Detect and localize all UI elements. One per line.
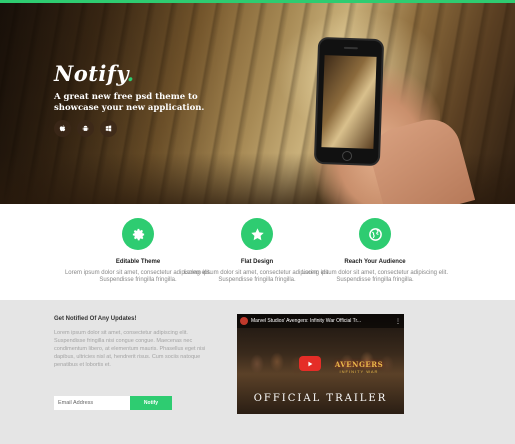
brand-logo[interactable]: Notify.: [54, 61, 135, 86]
notify-text: Lorem ipsum dolor sit amet, consectetur …: [54, 330, 206, 368]
phone-mockup: [313, 36, 385, 167]
store-icons: [54, 120, 117, 137]
email-field[interactable]: [54, 396, 130, 410]
phone-screen: [321, 55, 377, 149]
play-icon: [308, 361, 313, 366]
feature-title: Reach Your Audience: [344, 259, 406, 265]
apple-icon[interactable]: [54, 120, 71, 137]
feature-reach-audience: Reach Your Audience Lorem ipsum dolor si…: [300, 218, 450, 284]
phone-home-button: [341, 150, 353, 162]
hero-banner: Notify. A great new free psd theme to sh…: [0, 3, 515, 204]
star-icon: [241, 218, 273, 250]
windows-icon[interactable]: [100, 120, 117, 137]
android-icon[interactable]: [77, 120, 94, 137]
phone-speaker: [343, 46, 358, 50]
video-logo-text: AVENGERS: [334, 360, 384, 369]
video-logo-subtext: INFINITY WAR: [339, 369, 379, 374]
video-title[interactable]: Marvel Studios' Avengers: Infinity War O…: [251, 318, 392, 324]
features-section: Editable Theme Lorem ipsum dolor sit ame…: [0, 204, 515, 300]
video-embed[interactable]: Marvel Studios' Avengers: Infinity War O…: [237, 314, 404, 414]
globe-icon: [359, 218, 391, 250]
video-caption: OFFICIAL TRAILER: [253, 393, 388, 404]
video-title-bar: Marvel Studios' Avengers: Infinity War O…: [237, 314, 404, 328]
video-menu-icon[interactable]: ⋮: [395, 318, 401, 325]
play-button[interactable]: [299, 356, 321, 371]
brand-dot: .: [126, 61, 135, 86]
hero-tagline: A great new free psd theme to showcase y…: [54, 92, 205, 113]
gear-icon: [122, 218, 154, 250]
notify-title: Get Notified Of Any Updates!: [54, 316, 137, 322]
channel-avatar[interactable]: [240, 317, 248, 325]
notify-button[interactable]: Notify: [130, 396, 172, 410]
notify-section: Get Notified Of Any Updates! Lorem ipsum…: [0, 300, 515, 444]
feature-description: Lorem ipsum dolor sit amet, consectetur …: [301, 270, 449, 283]
